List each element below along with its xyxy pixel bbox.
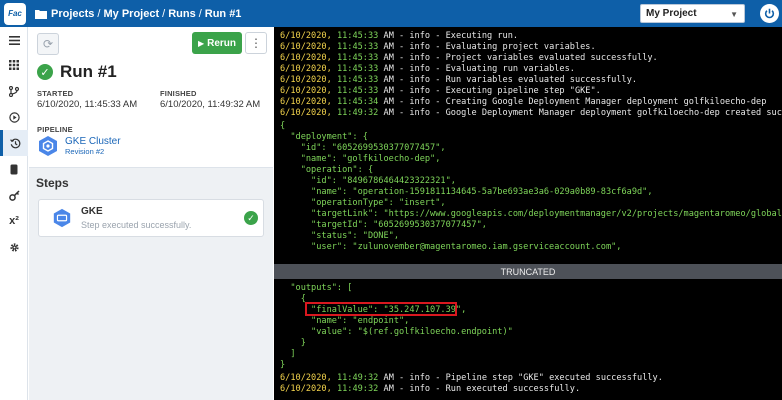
json-line: }	[280, 338, 306, 348]
run-title-text: Run #1	[60, 62, 117, 81]
nav-runs-play[interactable]	[0, 104, 28, 130]
project-select-value: My Project	[646, 8, 697, 19]
rerun-button[interactable]: ▶ Rerun	[192, 32, 242, 54]
steps-section: Steps GKE Step executed successfully. ✓	[29, 167, 273, 400]
pipeline-revision[interactable]: Revision #2	[65, 147, 121, 156]
log-line: 6/10/2020, 11:45:33 AM - info - Run vari…	[280, 75, 638, 85]
breadcrumb-current: Run #1	[204, 7, 242, 20]
play-circle-icon	[8, 111, 20, 123]
nav-storage[interactable]	[0, 156, 28, 182]
breadcrumb-project[interactable]: My Project	[103, 8, 159, 20]
nav-rail: x²	[0, 27, 28, 400]
nav-settings[interactable]	[0, 234, 28, 260]
log-line: 6/10/2020, 11:45:34 AM - info - Creating…	[280, 97, 767, 107]
json-line: "user": "zulunovember@magentaromeo.iam.g…	[280, 242, 622, 252]
json-line: "name": "golfkiloecho-dep",	[280, 154, 441, 164]
nav-history[interactable]	[0, 130, 28, 156]
gke-step-icon	[53, 208, 71, 228]
json-line: "id": "6052699530377077457",	[280, 143, 446, 153]
project-select[interactable]: My Project ▼	[640, 4, 745, 23]
truncated-banner[interactable]: TRUNCATED	[274, 264, 782, 279]
nav-dashboard[interactable]	[0, 52, 28, 78]
run-panel: ⟳ ▶ Rerun ⋮ ✓ Run #1 STARTED 6/10/2020, …	[29, 27, 273, 400]
breadcrumb-separator: /	[97, 7, 101, 20]
log-line: 6/10/2020, 11:49:32 AM - info - Pipeline…	[280, 373, 663, 383]
json-line: "id": "8496786464423322321",	[280, 176, 456, 186]
json-line: "name": "endpoint",	[280, 316, 410, 326]
json-line: "name": "operation-1591811134645-5a7be69…	[280, 187, 653, 197]
json-line: "value": "$(ref.golfkiloecho.endpoint)"	[280, 327, 513, 337]
gear-icon	[9, 242, 19, 252]
menu-button[interactable]	[0, 27, 28, 53]
variable-icon: x²	[9, 215, 19, 227]
breadcrumb-separator: /	[198, 7, 202, 20]
json-line: "operation": {	[280, 165, 374, 175]
json-line: "operationType": "insert",	[280, 198, 446, 208]
branch-icon	[9, 85, 19, 97]
run-header: ⟳ ▶ Rerun ⋮ ✓ Run #1 STARTED 6/10/2020, …	[29, 27, 273, 167]
json-line: "targetId": "6052699530377077457",	[280, 220, 487, 230]
step-name: GKE	[81, 206, 103, 217]
app-logo[interactable]: Fac	[4, 2, 26, 25]
nav-variables[interactable]: x²	[0, 208, 28, 234]
json-line: "outputs": [	[280, 283, 353, 293]
breadcrumb-runs[interactable]: Runs	[168, 8, 196, 20]
log-line: 6/10/2020, 11:45:33 AM - info - Project …	[280, 53, 658, 63]
started-label: STARTED	[37, 89, 74, 98]
log-line: 6/10/2020, 11:45:33 AM - info - Executin…	[280, 86, 601, 96]
nav-pipelines[interactable]	[0, 78, 28, 104]
json-line: ]	[280, 349, 296, 359]
log-line: 6/10/2020, 11:45:33 AM - info - Evaluati…	[280, 64, 575, 74]
top-bar: Fac Projects / My Project / Runs / Run #…	[0, 0, 782, 27]
step-status: Step executed successfully.	[81, 220, 192, 230]
json-line: "status": "DONE",	[280, 231, 399, 241]
more-options-button[interactable]: ⋮	[245, 32, 267, 54]
json-line: {	[280, 294, 306, 304]
started-value: 6/10/2020, 11:45:33 AM	[37, 99, 138, 110]
refresh-icon: ⟳	[42, 37, 54, 51]
power-button[interactable]	[760, 4, 779, 23]
log-line: 6/10/2020, 11:49:32 AM - info - Run exec…	[280, 384, 581, 394]
finished-label: FINISHED	[160, 89, 197, 98]
breadcrumb: Projects / My Project / Runs / Run #1	[35, 8, 241, 20]
folder-icon	[35, 9, 47, 19]
log-line: 6/10/2020, 11:45:33 AM - info - Evaluati…	[280, 42, 596, 52]
kebab-icon: ⋮	[250, 36, 262, 50]
check-circle-icon: ✓	[37, 64, 53, 80]
check-circle-icon: ✓	[244, 211, 258, 225]
gke-icon	[39, 136, 57, 156]
step-card[interactable]: GKE Step executed successfully. ✓	[38, 199, 264, 237]
run-title: ✓ Run #1	[37, 62, 117, 82]
json-line: }	[280, 360, 286, 370]
highlight-box	[305, 302, 457, 316]
database-icon	[10, 164, 18, 174]
pipeline-link[interactable]: GKE Cluster Revision #2	[37, 135, 121, 157]
pipeline-label: PIPELINE	[37, 125, 73, 134]
log-line: 6/10/2020, 11:49:32 AM - info - Google D…	[280, 108, 782, 118]
chevron-down-icon: ▼	[730, 10, 738, 19]
json-line: "targetLink": "https://www.googleapis.co…	[311, 209, 782, 219]
log-line: 6/10/2020, 11:45:33 AM - info - Executin…	[280, 31, 519, 41]
breadcrumb-separator: /	[162, 7, 166, 20]
grid-icon	[9, 60, 19, 70]
rerun-label: Rerun	[207, 37, 237, 49]
refresh-button[interactable]: ⟳	[37, 33, 59, 55]
json-line: "deployment": {	[280, 132, 368, 142]
finished-value: 6/10/2020, 11:49:32 AM	[160, 99, 261, 110]
log-output[interactable]: 6/10/2020, 11:45:33 AM - info - Executin…	[274, 27, 782, 400]
key-icon	[8, 189, 20, 201]
history-icon	[10, 138, 21, 148]
play-icon: ▶	[197, 38, 205, 48]
breadcrumb-projects[interactable]: Projects	[51, 8, 94, 20]
nav-secrets[interactable]	[0, 182, 28, 208]
json-line: {	[280, 121, 286, 131]
steps-title: Steps	[36, 176, 69, 190]
pipeline-name[interactable]: GKE Cluster	[65, 136, 121, 147]
power-icon	[764, 8, 775, 19]
menu-icon	[8, 35, 20, 45]
